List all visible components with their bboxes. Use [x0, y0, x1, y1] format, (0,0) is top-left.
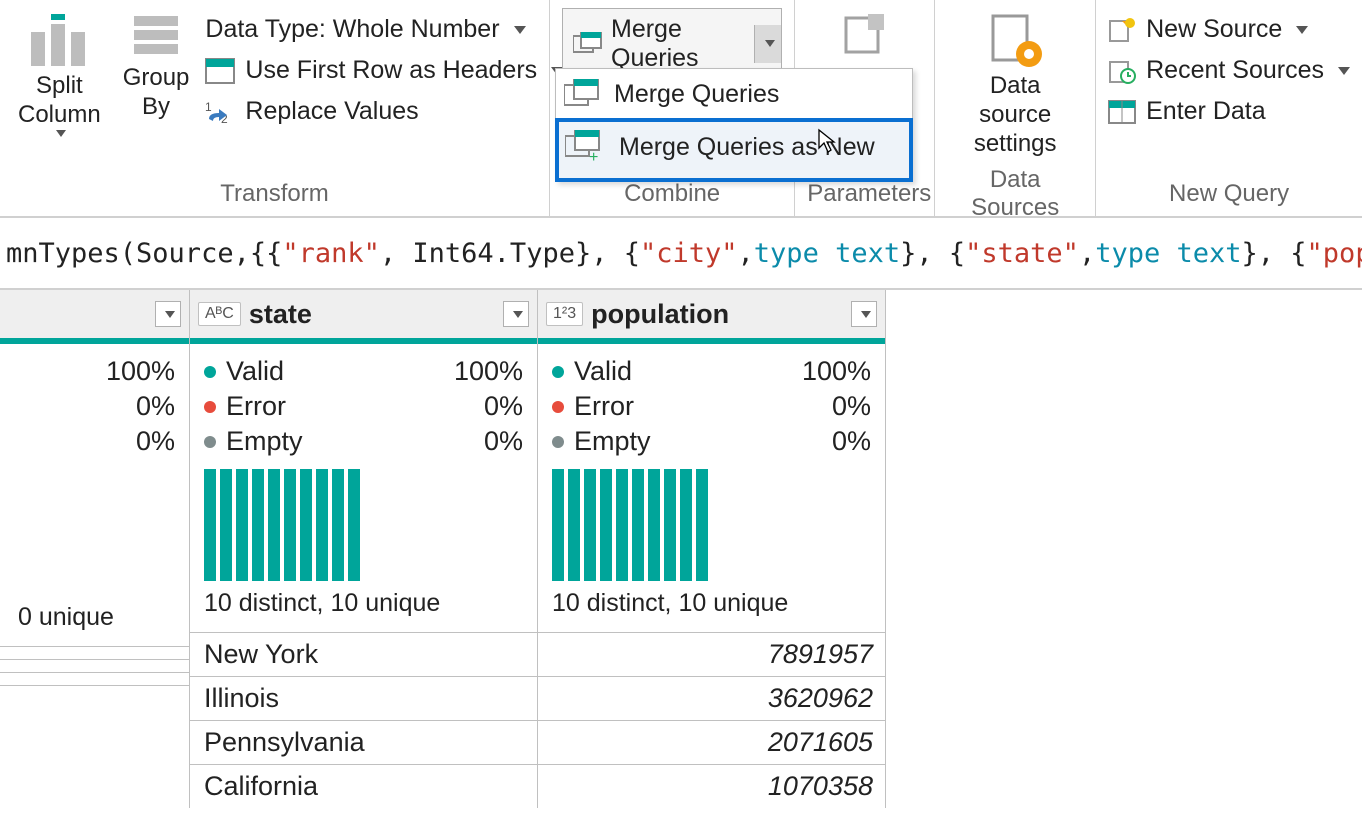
column-population: 1²3populationValid100%Error0%Empty0%10 d…: [538, 290, 886, 808]
enter-data-button[interactable]: Enter Data: [1108, 94, 1350, 129]
column-distinct-summary: 10 distinct, 10 unique: [204, 585, 523, 626]
use-first-row-as-headers-button[interactable]: Use First Row as Headers: [205, 53, 563, 88]
column-filter-button[interactable]: [851, 301, 877, 327]
data-type-button[interactable]: Data Type: Whole Number: [205, 12, 563, 47]
group-new-query: New Source Recent Sources Enter Data New…: [1096, 0, 1362, 216]
column-name: state: [241, 299, 503, 330]
chevron-down-icon: [765, 40, 775, 47]
split-column-button[interactable]: Split Column: [12, 8, 107, 141]
column-header[interactable]: AᴮCstate: [190, 290, 537, 344]
chevron-down-icon: [56, 130, 66, 137]
ribbon: Split Column Group By Data Type: Whole N…: [0, 0, 1362, 218]
svg-text:1: 1: [205, 100, 212, 114]
column-header[interactable]: [0, 290, 189, 344]
new-source-icon: [1108, 17, 1136, 43]
column-distribution-chart: [552, 459, 871, 585]
data-grid: 100%0%0%0 uniqueAᴮCstateValid100%Error0%…: [0, 290, 1362, 808]
chevron-down-icon: [165, 311, 175, 318]
data-source-settings-icon: [985, 12, 1045, 68]
data-cell[interactable]: [0, 659, 189, 672]
column-filter-button[interactable]: [503, 301, 529, 327]
data-cell[interactable]: [0, 672, 189, 685]
data-cell[interactable]: New York: [190, 632, 537, 676]
chevron-down-icon: [1296, 26, 1308, 34]
group-data-sources: Data source settings Data Sources: [935, 0, 1096, 216]
data-cell[interactable]: 7891957: [538, 632, 885, 676]
data-cell[interactable]: Illinois: [190, 676, 537, 720]
column-distinct-summary: 0 unique: [14, 599, 175, 640]
chevron-down-icon: [513, 311, 523, 318]
menu-item-merge-queries-as-new[interactable]: + Merge Queries as New: [555, 118, 913, 182]
group-transform: Split Column Group By Data Type: Whole N…: [0, 0, 550, 216]
column-distribution-chart: [204, 459, 523, 585]
group-by-icon: [128, 12, 184, 60]
enter-data-icon: [1108, 100, 1136, 124]
menu-item-merge-queries[interactable]: Merge Queries: [556, 69, 912, 119]
recent-sources-button[interactable]: Recent Sources: [1108, 53, 1350, 88]
data-cell[interactable]: Pennsylvania: [190, 720, 537, 764]
column-header[interactable]: 1²3population: [538, 290, 885, 344]
replace-values-icon: 12: [205, 99, 235, 125]
data-cell[interactable]: [0, 646, 189, 659]
column-quality-profile: 100%0%0%0 unique: [0, 344, 189, 646]
column-type-icon[interactable]: 1²3: [546, 302, 583, 326]
recent-sources-icon: [1108, 58, 1136, 84]
column-distinct-summary: 10 distinct, 10 unique: [552, 585, 871, 626]
data-cell[interactable]: 1070358: [538, 764, 885, 808]
merge-queries-icon: [564, 79, 600, 109]
column-state: AᴮCstateValid100%Error0%Empty0%10 distin…: [190, 290, 538, 808]
data-cell[interactable]: [0, 685, 189, 698]
group-by-button[interactable]: Group By: [117, 8, 196, 126]
data-cell[interactable]: 2071605: [538, 720, 885, 764]
group-label-data-sources: Data Sources: [947, 162, 1083, 224]
data-cell[interactable]: California: [190, 764, 537, 808]
column-partial: 100%0%0%0 unique: [0, 290, 190, 808]
column-quality-profile: Valid100%Error0%Empty0%10 distinct, 10 u…: [190, 344, 537, 632]
column-name: population: [583, 299, 851, 330]
split-column-icon: [27, 12, 91, 68]
formula-bar[interactable]: mnTypes(Source,{{"rank", Int64.Type}, {"…: [0, 218, 1362, 290]
data-cell[interactable]: 3620962: [538, 676, 885, 720]
merge-queries-new-icon: +: [565, 130, 605, 164]
merge-queries-dropdown-arrow[interactable]: [754, 25, 781, 63]
column-filter-button[interactable]: [155, 301, 181, 327]
merge-queries-icon: [573, 32, 603, 56]
chevron-down-icon: [514, 26, 526, 34]
parameters-icon: [842, 12, 888, 58]
chevron-down-icon: [1338, 67, 1350, 75]
table-header-icon: [205, 58, 235, 84]
column-quality-profile: Valid100%Error0%Empty0%10 distinct, 10 u…: [538, 344, 885, 632]
group-label-transform: Transform: [12, 176, 537, 210]
column-type-icon[interactable]: AᴮC: [198, 302, 241, 326]
svg-text:+: +: [589, 149, 598, 164]
new-source-button[interactable]: New Source: [1108, 12, 1350, 47]
group-label-new-query: New Query: [1108, 176, 1350, 210]
chevron-down-icon: [861, 311, 871, 318]
replace-values-button[interactable]: 12 Replace Values: [205, 94, 563, 129]
merge-queries-dropdown-menu: Merge Queries + Merge Queries as New: [555, 68, 913, 182]
data-source-settings-button[interactable]: Data source settings: [947, 8, 1083, 162]
